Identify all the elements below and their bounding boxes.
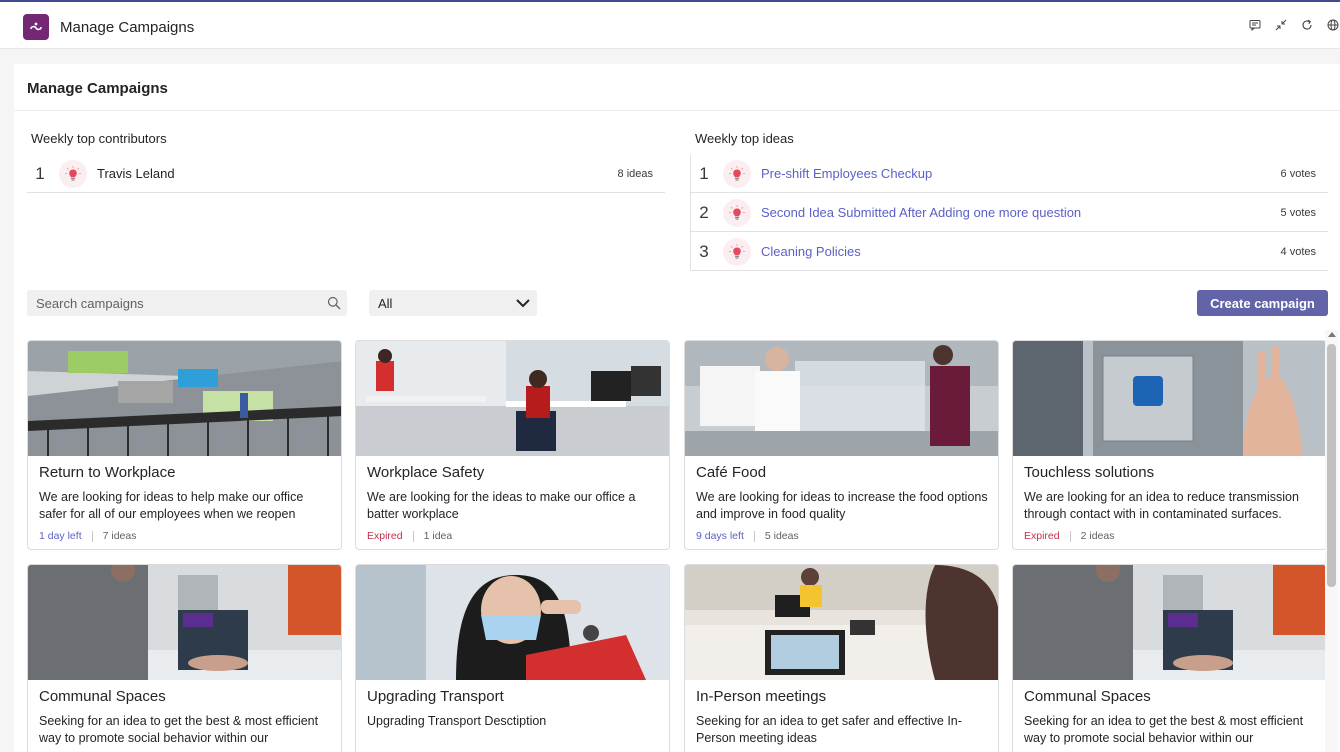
meeting-room-image <box>685 565 998 680</box>
lightbulb-avatar-icon <box>723 159 751 188</box>
masked-office-workers-image <box>356 341 669 456</box>
chevron-down-icon <box>515 296 531 315</box>
ideas-label: Weekly top ideas <box>695 131 794 146</box>
filter-selected-value: All <box>378 296 393 311</box>
campaign-filter-dropdown[interactable]: All <box>369 290 537 316</box>
page-title: Manage Campaigns <box>27 80 168 97</box>
collapse-icon[interactable] <box>1274 18 1288 32</box>
main-panel: Manage Campaigns Weekly top contributors… <box>14 64 1340 752</box>
campaign-description: We are looking for an idea to reduce tra… <box>1024 490 1299 521</box>
meta-divider <box>91 530 93 542</box>
idea-votes: 5 votes <box>1280 206 1316 219</box>
create-campaign-button[interactable]: Create campaign <box>1197 290 1328 316</box>
campaign-title: In-Person meetings <box>696 688 827 705</box>
office-lounge-image <box>28 341 341 456</box>
campaign-status: Expired <box>367 530 403 542</box>
campaign-status: Expired <box>1024 530 1060 542</box>
top-idea-row[interactable]: 2 Second Idea Submitted After Adding one… <box>691 194 1328 232</box>
globe-icon[interactable] <box>1326 18 1340 32</box>
campaign-title: Communal Spaces <box>1024 688 1151 705</box>
campaign-title: Return to Workplace <box>39 464 176 481</box>
scroll-up-arrow-icon[interactable] <box>1328 332 1336 337</box>
handwashing-image <box>1013 565 1326 680</box>
idea-rank: 1 <box>699 163 709 183</box>
lightbulb-avatar-icon <box>59 159 87 188</box>
lightbulb-avatar-icon <box>723 237 751 266</box>
campaign-card[interactable]: Return to Workplace We are looking for i… <box>27 340 342 550</box>
touchless-door-button-image <box>1013 341 1326 456</box>
campaign-description: Seeking for an idea to get the best & mo… <box>1024 714 1304 745</box>
top-idea-row[interactable]: 1 Pre-shift Employees Checkup 6 votes <box>691 155 1328 193</box>
campaign-meta: 9 days left 5 ideas <box>696 530 799 542</box>
campaign-card[interactable]: Communal Spaces Seeking for an idea to g… <box>1012 564 1327 752</box>
campaign-description: Seeking for an idea to get safer and eff… <box>696 714 962 745</box>
campaign-status: 1 day left <box>39 530 82 542</box>
masked-woman-image <box>356 565 669 680</box>
campaign-meta: Expired 1 idea <box>367 530 452 542</box>
app-logo-icon <box>23 14 49 40</box>
search-box <box>27 290 347 316</box>
campaign-card[interactable]: Café Food We are looking for ideas to in… <box>684 340 999 550</box>
lightbulb-avatar-icon <box>723 198 751 227</box>
idea-rank: 3 <box>699 241 709 261</box>
search-icon[interactable] <box>327 296 341 315</box>
scrollbar-thumb[interactable] <box>1327 344 1336 587</box>
campaign-idea-count: 2 ideas <box>1080 530 1115 542</box>
cards-scrollbar[interactable] <box>1325 330 1338 752</box>
refresh-icon[interactable] <box>1300 18 1314 32</box>
campaign-meta: 1 day left 7 ideas <box>39 530 136 542</box>
idea-title-link[interactable]: Second Idea Submitted After Adding one m… <box>761 205 1281 220</box>
meta-divider <box>412 530 414 542</box>
campaign-idea-count: 5 ideas <box>764 530 799 542</box>
campaign-title: Workplace Safety <box>367 464 485 481</box>
campaign-status: 9 days left <box>696 530 744 542</box>
meta-divider <box>753 530 755 542</box>
search-input[interactable] <box>27 290 307 316</box>
meta-divider <box>1069 530 1071 542</box>
contributor-idea-count: 8 ideas <box>617 167 653 180</box>
contributor-row[interactable]: 1 Travis Leland 8 ideas <box>27 155 665 193</box>
idea-votes: 4 votes <box>1280 245 1316 258</box>
contributor-rank: 1 <box>35 163 45 183</box>
campaign-title: Upgrading Transport <box>367 688 504 705</box>
campaign-description: We are looking for the ideas to make our… <box>367 490 636 521</box>
campaign-description: We are looking for ideas to increase the… <box>696 490 988 521</box>
campaign-idea-count: 7 ideas <box>102 530 137 542</box>
idea-rank: 2 <box>699 202 709 222</box>
header-actions <box>1248 18 1340 32</box>
campaign-card[interactable]: Upgrading Transport Upgrading Transport … <box>355 564 670 752</box>
contributors-label: Weekly top contributors <box>31 131 167 146</box>
title-divider <box>14 110 1340 111</box>
campaign-idea-count: 1 idea <box>423 530 453 542</box>
chat-icon[interactable] <box>1248 18 1262 32</box>
campaign-meta: Expired 2 ideas <box>1024 530 1114 542</box>
campaign-card[interactable]: Touchless solutions We are looking for a… <box>1012 340 1327 550</box>
campaign-description: We are looking for ideas to help make ou… <box>39 490 304 521</box>
campaign-card[interactable]: Workplace Safety We are looking for the … <box>355 340 670 550</box>
campaign-title: Touchless solutions <box>1024 464 1155 481</box>
app-title: Manage Campaigns <box>60 19 195 36</box>
idea-votes: 6 votes <box>1280 167 1316 180</box>
campaign-title: Café Food <box>696 464 767 481</box>
top-idea-row[interactable]: 3 Cleaning Policies 4 votes <box>691 233 1328 271</box>
campaign-description: Upgrading Transport Desctiption <box>367 714 547 728</box>
top-ideas-list: 1 Pre-shift Employees Checkup 6 votes 2 … <box>690 155 1328 271</box>
cafe-counter-image <box>685 341 998 456</box>
campaign-card[interactable]: Communal Spaces Seeking for an idea to g… <box>27 564 342 752</box>
campaign-description: Seeking for an idea to get the best & mo… <box>39 714 319 745</box>
campaign-title: Communal Spaces <box>39 688 166 705</box>
app-header: Manage Campaigns <box>0 2 1340 49</box>
idea-title-link[interactable]: Cleaning Policies <box>761 244 1281 259</box>
idea-title-link[interactable]: Pre-shift Employees Checkup <box>761 166 1281 181</box>
contributor-name: Travis Leland <box>97 166 175 181</box>
campaign-card[interactable]: In-Person meetings Seeking for an idea t… <box>684 564 999 752</box>
handwashing-image <box>28 565 341 680</box>
